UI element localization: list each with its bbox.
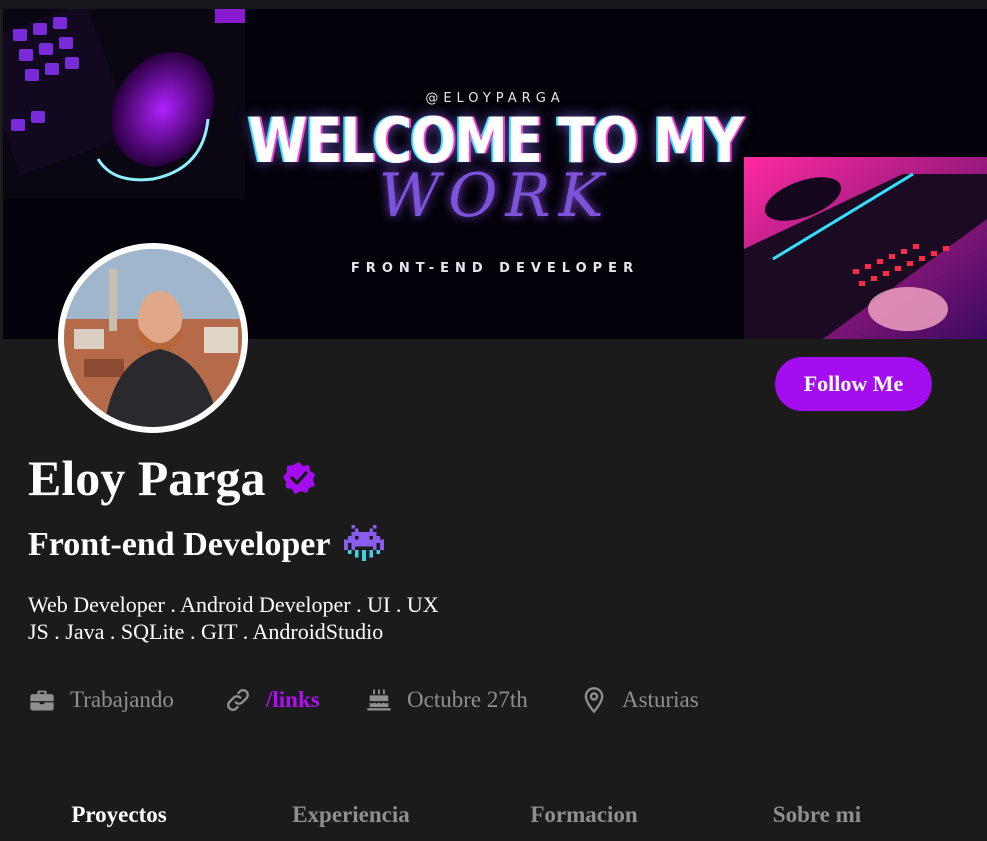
avatar[interactable]	[58, 243, 248, 433]
bio-line: JS . Java . SQLite . GIT . AndroidStudio	[28, 619, 384, 644]
profile-bio: Web Developer . Android Developer . UI .…	[28, 591, 439, 645]
profile-name-row: Eloy Parga	[28, 450, 317, 506]
tab-proyectos[interactable]: Proyectos	[3, 795, 235, 835]
meta-link[interactable]: /links	[224, 684, 320, 716]
briefcase-icon	[30, 690, 54, 711]
meta-location-text: Asturias	[622, 687, 699, 712]
profile-role: Front-end Developer	[28, 526, 331, 563]
avatar-photo	[64, 249, 242, 427]
meta-status-text: Trabajando	[70, 687, 174, 712]
link-icon	[227, 689, 249, 711]
top-strip	[0, 0, 987, 9]
bio-line: Web Developer . Android Developer . UI .…	[28, 592, 439, 617]
banner-script: WORK	[378, 161, 612, 231]
tab-sobre-mi[interactable]: Sobre mi	[701, 795, 933, 835]
profile-tabs: Proyectos Experiencia Formacion Sobre mi	[0, 795, 987, 835]
verified-badge-icon	[281, 460, 317, 496]
space-invader-icon	[344, 525, 385, 565]
profile-name: Eloy Parga	[28, 450, 266, 506]
tab-experiencia[interactable]: Experiencia	[235, 795, 467, 835]
meta-birthday-text: Octubre 27th	[407, 687, 528, 712]
profile-role-row: Front-end Developer	[28, 523, 385, 567]
follow-button[interactable]: Follow Me	[775, 357, 932, 411]
tab-formacion[interactable]: Formacion	[468, 795, 700, 835]
meta-location: Asturias	[580, 684, 699, 716]
links-link[interactable]: /links	[266, 687, 320, 713]
cake-icon	[367, 689, 391, 711]
meta-status: Trabajando	[28, 684, 174, 716]
meta-birthday: Octubre 27th	[365, 684, 528, 716]
location-pin-icon	[584, 687, 604, 714]
